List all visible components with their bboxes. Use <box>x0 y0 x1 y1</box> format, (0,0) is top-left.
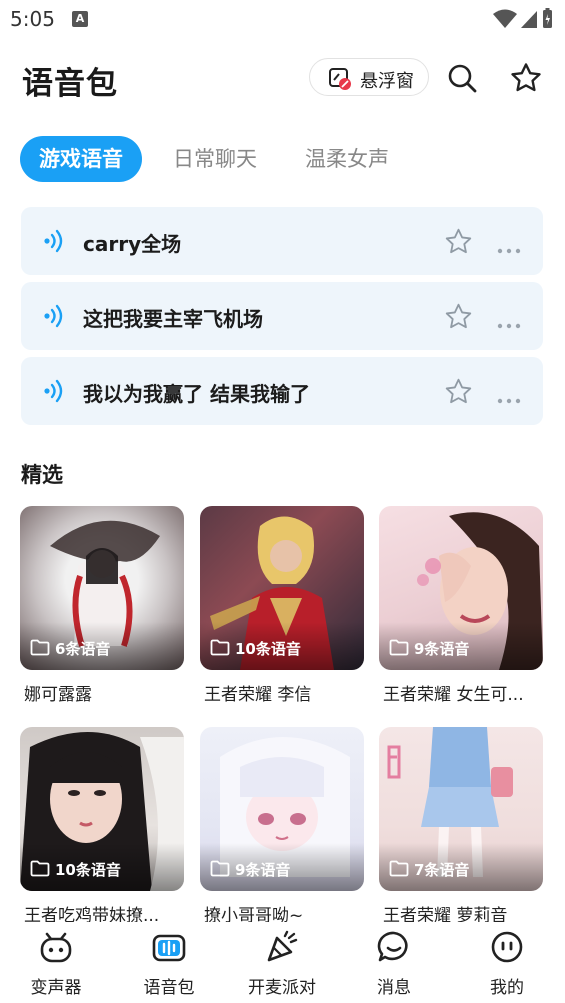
voice-item[interactable]: carry全场 <box>21 207 543 275</box>
nav-messages[interactable]: 消息 <box>349 922 439 1003</box>
nav-label: 语音包 <box>143 978 195 998</box>
pack-cover-image: 10条语音 <box>200 506 364 670</box>
search-icon[interactable] <box>446 62 478 98</box>
folder-icon <box>389 639 409 656</box>
pack-name: 王者荣耀 李信 <box>204 685 312 705</box>
play-sound-icon[interactable] <box>43 304 67 332</box>
voice-name: carry全场 <box>83 232 182 256</box>
nav-label: 我的 <box>490 978 524 998</box>
nav-label: 消息 <box>377 978 411 998</box>
nav-label: 变声器 <box>30 978 82 998</box>
party-icon <box>265 930 299 968</box>
pack-cover-image: 9条语音 <box>200 727 364 891</box>
page-title: 语音包 <box>22 66 118 102</box>
bottom-nav: 变声器 语音包 开麦派对 消息 我的 <box>0 922 565 1003</box>
folder-icon <box>210 860 230 877</box>
status-time: 5:05 <box>10 7 55 31</box>
voice-name: 我以为我赢了 结果我输了 <box>83 382 310 406</box>
pack-cover-image: 10条语音 <box>20 727 184 891</box>
favorite-star-icon[interactable] <box>444 377 473 410</box>
favorite-star-icon[interactable] <box>444 302 473 335</box>
nav-party[interactable]: 开麦派对 <box>237 922 327 1003</box>
folder-icon <box>210 639 230 656</box>
pack-cover-image: 9条语音 <box>379 506 543 670</box>
profile-icon <box>490 930 524 968</box>
voice-item[interactable]: 这把我要主宰飞机场 <box>21 282 543 350</box>
favorite-star-icon[interactable] <box>444 227 473 260</box>
star-icon[interactable] <box>510 62 542 98</box>
page-header: 语音包 悬浮窗 <box>0 50 565 110</box>
float-window-label: 悬浮窗 <box>360 71 414 92</box>
play-sound-icon[interactable] <box>43 229 67 257</box>
pack-cover-image: 7条语音 <box>379 727 543 891</box>
play-sound-icon[interactable] <box>43 379 67 407</box>
nav-label: 开麦派对 <box>248 978 316 998</box>
nav-voice-changer[interactable]: 变声器 <box>11 922 101 1003</box>
folder-icon <box>30 860 50 877</box>
more-options-icon[interactable] <box>497 314 521 333</box>
status-icons <box>493 8 553 34</box>
float-window-icon <box>328 67 352 95</box>
nav-profile[interactable]: 我的 <box>462 922 552 1003</box>
voice-name: 这把我要主宰飞机场 <box>83 307 263 331</box>
section-title: 精选 <box>21 463 63 487</box>
battery-icon <box>543 8 552 28</box>
folder-icon <box>30 639 50 656</box>
pack-cover-image: 6条语音 <box>20 506 184 670</box>
pack-name: 娜可露露 <box>24 685 92 705</box>
voice-pack-icon <box>152 930 186 968</box>
float-window-button[interactable]: 悬浮窗 <box>309 58 429 96</box>
voice-item[interactable]: 我以为我赢了 结果我输了 <box>21 357 543 425</box>
nav-voice-pack[interactable]: 语音包 <box>124 922 214 1003</box>
tab-game-voice[interactable]: 游戏语音 <box>20 136 142 182</box>
notification-badge: A <box>72 11 88 27</box>
folder-icon <box>389 860 409 877</box>
tab-daily-chat[interactable]: 日常聊天 <box>173 136 257 182</box>
wifi-icon <box>493 9 517 28</box>
pack-name: 王者荣耀 女生可... <box>383 685 524 705</box>
message-icon <box>377 930 411 968</box>
more-options-icon[interactable] <box>497 239 521 258</box>
status-bar: 5:05 A <box>0 0 565 36</box>
signal-icon <box>521 11 537 28</box>
robot-face-icon <box>39 930 73 968</box>
tab-gentle-female[interactable]: 温柔女声 <box>305 136 389 182</box>
more-options-icon[interactable] <box>497 389 521 408</box>
